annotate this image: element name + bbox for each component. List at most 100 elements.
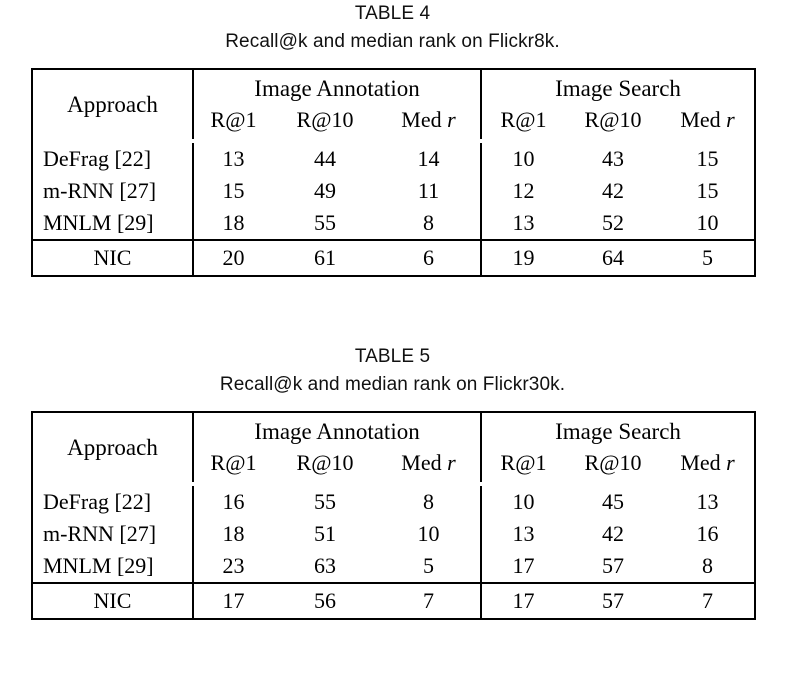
table-4-summary-search-r10: 64 — [565, 239, 661, 276]
table-5-row-1-search-r10: 42 — [602, 520, 624, 546]
table-5-wrapper: Approach Image Annotation Image Search R… — [31, 399, 757, 620]
table-5-body: DeFrag [22] 16 55 8 10 45 13 m-RNN [27] … — [32, 486, 756, 619]
table-4-row-2-search-medr: 10 — [696, 209, 719, 235]
table-5-row-1-search-r1: 13 — [512, 520, 535, 546]
table-4-row-1-search-medr: 15 — [696, 177, 719, 203]
medr-label: Med — [401, 449, 448, 475]
table-5-row-2-annotation-r1: 23 — [222, 552, 245, 578]
table-5-header-approach: Approach — [32, 412, 194, 482]
table-5-summary-search-medr: 7 — [661, 582, 756, 619]
table-4-row-0-search-medr: 15 — [696, 145, 719, 171]
table-5-caption: TABLE 5 Recall@k and median rank on Flic… — [0, 343, 785, 399]
table-4-subheader-search-medr: Med r — [661, 104, 755, 139]
table-5-row-2-search-r1: 17 — [512, 552, 535, 578]
table-row: NIC 17 56 7 17 57 7 — [32, 582, 756, 619]
table-4-row-0-annotation-medr: 14 — [377, 143, 482, 175]
table-4-row-0-annotation-r1: 13 — [222, 145, 245, 171]
table-4-summary-annotation-r10: 61 — [273, 239, 377, 276]
table-4-header-approach: Approach — [32, 69, 194, 139]
medr-italic-r: r — [726, 106, 735, 132]
table-row: NIC 20 61 6 19 64 5 — [32, 239, 756, 276]
table-row: DeFrag [22] 13 44 14 10 43 15 — [32, 143, 755, 175]
table-4-summary-search-r1: 19 — [481, 239, 565, 276]
table-4-header-group-row: Approach Image Annotation Image Search — [32, 69, 755, 139]
table-5-row-1-annotation-r1: 18 — [222, 520, 245, 546]
table-4-summary-approach: NIC — [32, 239, 194, 276]
table-4-row-2-search-r10: 52 — [602, 209, 624, 235]
table-4-row-2-approach: MNLM [29] — [32, 207, 194, 240]
table-5-head: Approach Image Annotation Image Search R… — [32, 412, 755, 486]
table-4-row-0-annotation-r10: 44 — [314, 145, 336, 171]
table-5-row-1-annotation-medr: 10 — [377, 518, 482, 550]
table-4-row-1-annotation-r1: 15 — [222, 177, 245, 203]
table-4-row-2-search-r1: 13 — [512, 209, 535, 235]
table-5-header-image-annotation: Image Annotation — [193, 412, 482, 447]
table-5-subheader-search-r1: R@1 — [500, 449, 547, 475]
table-5-row-0-approach: DeFrag [22] — [32, 486, 194, 518]
table-5-summary-approach: NIC — [32, 582, 194, 619]
table-4-block: TABLE 4 Recall@k and median rank on Flic… — [0, 0, 785, 277]
table-5-summary-annotation-r10: 56 — [273, 582, 377, 619]
table-4-row-0-search-r1: 10 — [512, 145, 535, 171]
table-5-subheader-annotation-r1: R@1 — [210, 449, 257, 475]
table-4-caption: TABLE 4 Recall@k and median rank on Flic… — [0, 0, 785, 56]
table-5-subheader-annotation-medr: Med r — [377, 447, 482, 482]
table-4-summary-annotation-medr: 6 — [377, 239, 482, 276]
table-5-row-0-search-medr: 13 — [696, 488, 719, 514]
table-5-summary-search-r10: 57 — [565, 582, 661, 619]
table-4-row-1-search-r10: 42 — [602, 177, 624, 203]
table-4-subheader-search-r10: R@10 — [584, 106, 642, 132]
medr-italic-r: r — [726, 449, 735, 475]
table-5-row-0-annotation-r1: 16 — [222, 488, 245, 514]
table-5-subheader-annotation-r10: R@10 — [296, 449, 354, 475]
table-row: m-RNN [27] 18 51 10 13 42 16 — [32, 518, 755, 550]
medr-italic-r: r — [447, 106, 456, 132]
table-5-caption-title: TABLE 5 — [354, 346, 431, 367]
table-4-subheader-annotation-r1: R@1 — [210, 106, 257, 132]
table-row: MNLM [29] 23 63 5 17 57 8 — [32, 550, 755, 583]
table-4-header-image-annotation: Image Annotation — [193, 69, 482, 104]
table-5-row-1-approach: m-RNN [27] — [32, 518, 194, 550]
table-5-row-2-approach: MNLM [29] — [32, 550, 194, 583]
medr-label: Med — [401, 106, 448, 132]
table-4: Approach Image Annotation Image Search R… — [31, 68, 757, 277]
table-row: m-RNN [27] 15 49 11 12 42 15 — [32, 175, 755, 207]
table-5-block: TABLE 5 Recall@k and median rank on Flic… — [0, 343, 785, 620]
table-4-row-2-annotation-medr: 8 — [377, 207, 482, 240]
table-4-row-2-annotation-r10: 55 — [314, 209, 336, 235]
table-5-row-0-annotation-medr: 8 — [377, 486, 482, 518]
table-4-row-2-annotation-r1: 18 — [222, 209, 245, 235]
table-5-summary-annotation-r1: 17 — [193, 582, 273, 619]
table-4-summary-search-medr: 5 — [661, 239, 756, 276]
table-4-row-1-annotation-medr: 11 — [377, 175, 482, 207]
table-row: MNLM [29] 18 55 8 13 52 10 — [32, 207, 755, 240]
table-4-subheader-annotation-medr: Med r — [377, 104, 482, 139]
table-4-row-1-approach: m-RNN [27] — [32, 175, 194, 207]
table-4-header-image-search: Image Search — [555, 75, 681, 101]
table-5-caption-subtitle: Recall@k and median rank on Flickr30k. — [219, 374, 566, 395]
medr-label: Med — [680, 449, 727, 475]
table-5-summary-search-r1: 17 — [481, 582, 565, 619]
table-5-row-1-annotation-r10: 51 — [314, 520, 336, 546]
table-4-wrapper: Approach Image Annotation Image Search R… — [31, 56, 757, 277]
table-5-row-2-search-r10: 57 — [602, 552, 624, 578]
table-4-caption-title: TABLE 4 — [354, 3, 431, 24]
table-5-row-0-search-r1: 10 — [512, 488, 535, 514]
table-4-head: Approach Image Annotation Image Search R… — [32, 69, 755, 143]
table-4-row-0-search-r10: 43 — [602, 145, 624, 171]
table-5-row-2-search-medr: 8 — [702, 552, 713, 578]
table-5: Approach Image Annotation Image Search R… — [31, 411, 757, 620]
table-4-summary-annotation-r1: 20 — [193, 239, 273, 276]
table-5-subheader-search-medr: Med r — [661, 447, 755, 482]
table-4-row-0-approach: DeFrag [22] — [32, 143, 194, 175]
table-5-header-image-search: Image Search — [555, 418, 681, 444]
table-4-subheader-annotation-r10: R@10 — [296, 106, 354, 132]
table-5-row-0-search-r10: 45 — [602, 488, 624, 514]
medr-italic-r: r — [447, 449, 456, 475]
table-4-subheader-search-r1: R@1 — [500, 106, 547, 132]
table-5-row-2-annotation-medr: 5 — [377, 550, 482, 583]
table-5-summary-annotation-medr: 7 — [377, 582, 482, 619]
table-4-body: DeFrag [22] 13 44 14 10 43 15 m-RNN [27]… — [32, 143, 756, 276]
table-5-header-group-row: Approach Image Annotation Image Search — [32, 412, 755, 482]
table-4-row-1-search-r1: 12 — [512, 177, 535, 203]
